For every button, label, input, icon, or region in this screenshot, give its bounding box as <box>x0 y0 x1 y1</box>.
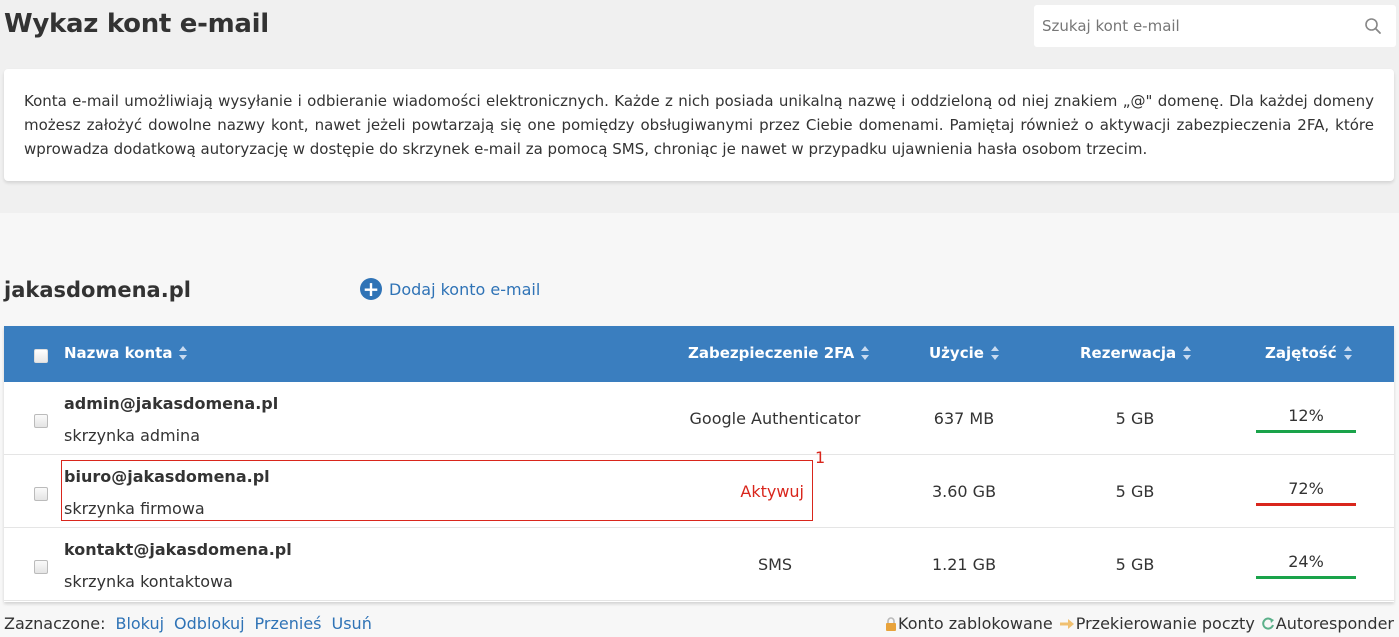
twofa-status: Google Authenticator <box>689 409 861 428</box>
col-header-name[interactable]: Nazwa konta <box>64 344 188 362</box>
accounts-table: Nazwa konta Zabezpieczenie 2FA Użycie Re… <box>4 326 1394 602</box>
occupancy-cell: 24% <box>1256 552 1356 579</box>
twofa-activate-label[interactable]: Aktywuj <box>740 482 804 501</box>
lock-icon <box>886 616 896 631</box>
legend-locked-label: Konto zablokowane <box>898 614 1053 633</box>
account-description: skrzynka kontaktowa <box>64 572 233 591</box>
block-action[interactable]: Blokuj <box>115 614 164 633</box>
occupancy-bar <box>1256 503 1356 506</box>
legend-forward: Przekierowanie poczty <box>1059 614 1255 633</box>
usage-value: 637 MB <box>933 409 995 428</box>
unblock-action[interactable]: Odblokuj <box>174 614 245 633</box>
col-header-name-label: Nazwa konta <box>64 344 173 362</box>
usage-value: 1.21 GB <box>931 555 997 574</box>
occupancy-cell: 72% <box>1256 479 1356 506</box>
occupancy-value: 24% <box>1288 552 1324 571</box>
row-checkbox[interactable] <box>34 560 48 574</box>
sort-icon[interactable] <box>179 346 188 360</box>
search-box[interactable] <box>1034 5 1396 47</box>
table-row: biuro@jakasdomena.pl skrzynka firmowa Ak… <box>4 455 1394 528</box>
legend-autoresponder-label: Autoresponder <box>1275 614 1394 633</box>
account-email[interactable]: biuro@jakasdomena.pl <box>64 467 270 486</box>
selected-label: Zaznaczone: <box>4 614 106 633</box>
reservation-value: 5 GB <box>1115 482 1155 501</box>
legend-autoresponder: Autoresponder <box>1261 614 1394 633</box>
arrow-right-icon <box>1059 618 1074 629</box>
table-row: admin@jakasdomena.pl skrzynka admina Goo… <box>4 382 1394 455</box>
delete-action[interactable]: Usuń <box>332 614 372 633</box>
account-description: skrzynka firmowa <box>64 499 205 518</box>
info-box: Konta e-mail umożliwiają wysyłanie i odb… <box>4 69 1394 181</box>
col-header-usage[interactable]: Użycie <box>929 344 999 362</box>
table-header: Nazwa konta Zabezpieczenie 2FA Użycie Re… <box>4 326 1394 382</box>
occupancy-value: 72% <box>1288 479 1324 498</box>
sort-icon[interactable] <box>861 346 870 360</box>
bulk-actions: Zaznaczone: Blokuj Odblokuj Przenieś Usu… <box>4 614 372 633</box>
col-header-reservation-label: Rezerwacja <box>1080 344 1177 362</box>
occupancy-bar <box>1256 430 1356 433</box>
occupancy-bar <box>1256 576 1356 579</box>
reservation-value: 5 GB <box>1115 555 1155 574</box>
col-header-2fa-label: Zabezpieczenie 2FA <box>688 344 855 362</box>
usage-value: 3.60 GB <box>931 482 997 501</box>
domain-title: jakasdomena.pl <box>4 278 191 302</box>
sort-icon[interactable] <box>990 346 999 360</box>
legend-forward-label: Przekierowanie poczty <box>1075 614 1255 633</box>
legend-locked: Konto zablokowane <box>885 614 1053 633</box>
col-header-occupancy[interactable]: Zajętość <box>1265 344 1352 362</box>
add-account-label: Dodaj konto e-mail <box>389 279 541 299</box>
account-description: skrzynka admina <box>64 426 200 445</box>
select-all-checkbox[interactable] <box>34 349 48 363</box>
info-text: Konta e-mail umożliwiają wysyłanie i odb… <box>24 92 1374 158</box>
legend: Konto zablokowane Przekierowanie poczty … <box>879 614 1394 633</box>
page-title: Wykaz kont e-mail <box>4 9 269 39</box>
occupancy-cell: 12% <box>1256 406 1356 433</box>
row-checkbox[interactable] <box>34 414 48 428</box>
reservation-value: 5 GB <box>1115 409 1155 428</box>
table-row: kontakt@jakasdomena.pl skrzynka kontakto… <box>4 528 1394 601</box>
col-header-2fa[interactable]: Zabezpieczenie 2FA <box>688 344 870 362</box>
refresh-icon <box>1262 617 1274 629</box>
col-header-usage-label: Użycie <box>929 344 984 362</box>
row-checkbox[interactable] <box>34 487 48 501</box>
search-input[interactable] <box>1034 5 1354 47</box>
annotation-number: 1 <box>815 448 826 467</box>
col-header-reservation[interactable]: Rezerwacja <box>1080 344 1192 362</box>
plus-icon: + <box>360 278 382 300</box>
sort-icon[interactable] <box>1183 346 1192 360</box>
move-action[interactable]: Przenieś <box>255 614 322 633</box>
account-email[interactable]: kontakt@jakasdomena.pl <box>64 540 292 559</box>
col-header-occupancy-label: Zajętość <box>1265 344 1337 362</box>
search-icon[interactable] <box>1364 17 1382 35</box>
twofa-status: SMS <box>757 555 793 574</box>
twofa-activate-link[interactable]: Aktywuj <box>604 482 804 501</box>
account-email[interactable]: admin@jakasdomena.pl <box>64 394 278 413</box>
occupancy-value: 12% <box>1288 406 1324 425</box>
sort-icon[interactable] <box>1343 346 1352 360</box>
add-account-button[interactable]: + Dodaj konto e-mail <box>360 278 540 300</box>
